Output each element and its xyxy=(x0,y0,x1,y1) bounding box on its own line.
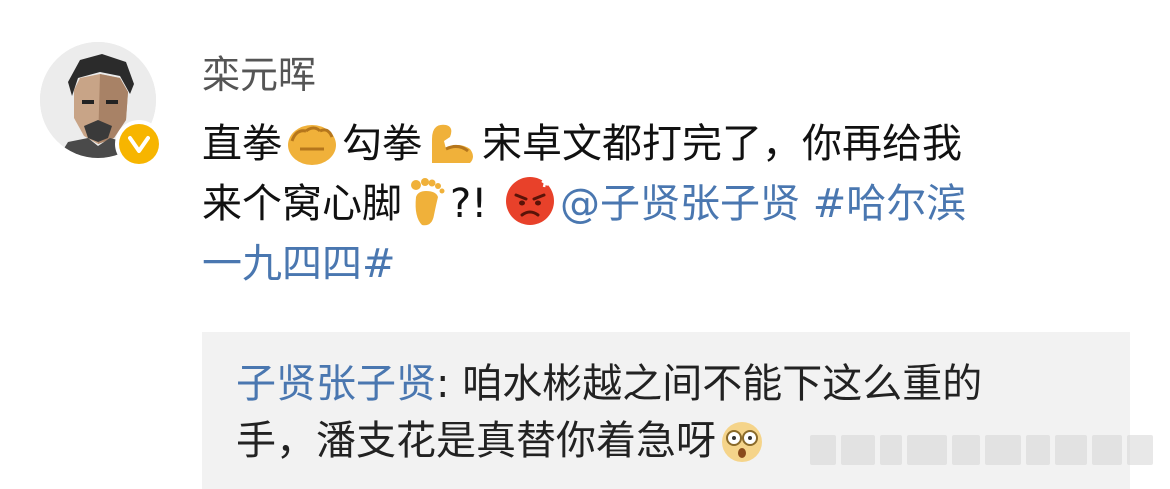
mention-link[interactable]: @子贤张子贤 xyxy=(560,181,800,227)
post-line-2: 来个窝心脚 ?! @子贤张子贤 #哈尔滨 xyxy=(202,174,1132,234)
post-line-3: 一九四四# xyxy=(202,234,1132,294)
username[interactable]: 栾元晖 xyxy=(202,50,316,100)
post-line-1: 直拳 勾拳 宋卓文都打完了，你再给我 xyxy=(202,114,1132,174)
post-text: 来个窝心脚 xyxy=(202,181,402,227)
angry-face-emoji-icon xyxy=(504,175,556,244)
quote-line-1: 子贤张子贤: 咱水彬越之间不能下这么重的 xyxy=(236,356,982,413)
post-text: 宋卓文都打完了，你再给我 xyxy=(482,121,962,167)
foot-emoji-icon xyxy=(406,177,446,244)
quote-separator: : xyxy=(436,361,463,407)
quote-author-link[interactable]: 子贤张子贤 xyxy=(236,361,436,407)
shocked-face-emoji-icon xyxy=(720,420,764,480)
post-content: 直拳 勾拳 宋卓文都打完了，你再给我 来个窝心脚 ?! @子贤张子贤 #哈尔滨 … xyxy=(202,114,1132,294)
post-text: 勾拳 xyxy=(342,121,422,167)
quote-text-line: 咱水彬越之间不能下这么重的 xyxy=(462,361,983,407)
post-text: ?! xyxy=(450,181,488,227)
verified-badge-icon xyxy=(119,124,159,164)
topic-link-part2[interactable]: 一九四四# xyxy=(202,241,396,287)
topic-link-part1[interactable]: #哈尔滨 xyxy=(813,181,967,227)
quote-text-line: 手，潘支花是真替你着急呀 xyxy=(236,418,716,464)
watermark xyxy=(810,430,1160,470)
post-text: 直拳 xyxy=(202,121,282,167)
